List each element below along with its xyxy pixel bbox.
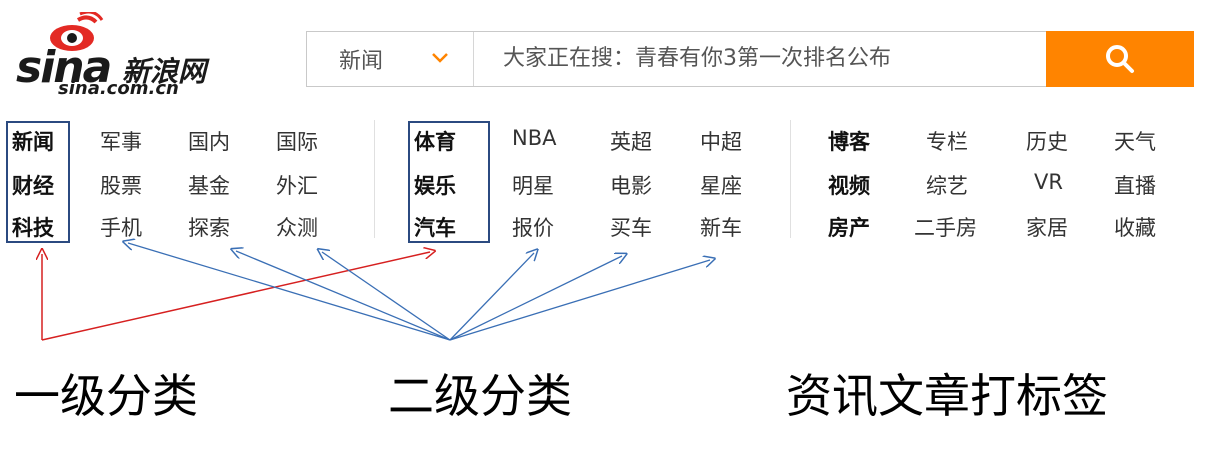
level2-arrow <box>449 256 622 341</box>
caption-level2: 二级分类 <box>388 369 572 423</box>
caption-tagging: 资讯文章打标签 <box>786 369 1108 423</box>
level2-arrow <box>236 251 451 341</box>
level1-arrow <box>41 252 430 341</box>
level2-arrow <box>128 243 451 341</box>
level2-arrow <box>322 252 451 341</box>
caption-level1: 一级分类 <box>14 369 198 423</box>
